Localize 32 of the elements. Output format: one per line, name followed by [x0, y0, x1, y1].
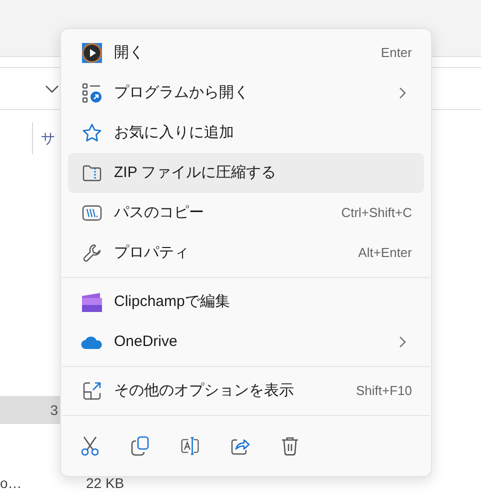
- external-window-icon: [82, 381, 102, 401]
- column-header[interactable]: サ: [41, 128, 55, 148]
- rename-button[interactable]: [180, 435, 200, 457]
- star-icon: [82, 123, 102, 143]
- menu-item[interactable]: プロパティ Alt+Enter: [68, 233, 424, 273]
- zip-folder-icon: [82, 163, 102, 183]
- delete-button[interactable]: [280, 435, 300, 457]
- open-with-icon: [82, 83, 102, 103]
- selected-row[interactable]: 3: [0, 396, 60, 424]
- file-size: 22 KB: [86, 474, 124, 493]
- shortcut-label: Enter: [380, 44, 412, 62]
- video-editor-icon: [82, 292, 102, 312]
- menu-item[interactable]: プログラムから開く: [68, 73, 424, 113]
- cloud-icon: [81, 335, 103, 349]
- path-icon: [82, 203, 102, 223]
- cut-button[interactable]: [80, 435, 100, 457]
- chevron-down-icon[interactable]: [45, 84, 59, 92]
- menu-item[interactable]: その他のオプションを表示 Shift+F10: [68, 371, 424, 411]
- copy-button[interactable]: [130, 435, 150, 457]
- menu-item[interactable]: パスのコピー Ctrl+Shift+C: [68, 193, 424, 233]
- shortcut-label: Alt+Enter: [358, 244, 412, 262]
- shortcut-label: Shift+F10: [356, 382, 412, 400]
- menu-item[interactable]: 開く Enter: [68, 33, 424, 73]
- shortcut-label: Ctrl+Shift+C: [341, 204, 412, 222]
- file-name: o…: [0, 474, 23, 493]
- table-cell-text: 3: [50, 400, 59, 420]
- menu-item[interactable]: OneDrive: [68, 322, 424, 362]
- menu-item[interactable]: Clipchampで編集: [68, 282, 424, 322]
- menu-item[interactable]: お気に入りに追加: [68, 113, 424, 153]
- wrench-icon: [82, 243, 102, 263]
- play-icon: [82, 43, 102, 63]
- menu-item[interactable]: ZIP ファイルに圧縮する: [68, 153, 424, 193]
